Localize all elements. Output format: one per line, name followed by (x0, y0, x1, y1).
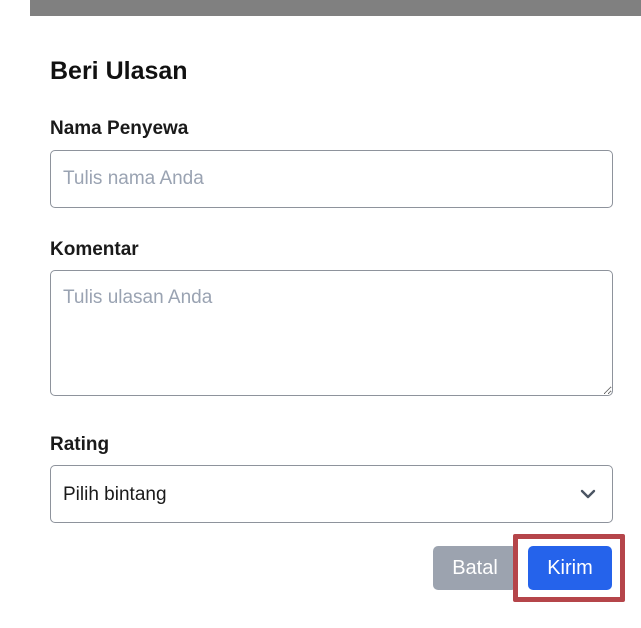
rating-select[interactable]: Pilih bintang (50, 465, 613, 523)
rating-field-label: Rating (50, 434, 110, 455)
review-modal: Beri Ulasan Nama Penyewa Komentar Rating… (15, 16, 641, 628)
submit-button[interactable]: Kirim (528, 546, 612, 590)
rating-selected-value: Pilih bintang (63, 484, 167, 505)
chevron-down-icon (580, 489, 596, 499)
cancel-button[interactable]: Batal (433, 546, 517, 590)
comment-textarea[interactable] (50, 270, 613, 396)
name-field-label: Nama Penyewa (50, 118, 189, 139)
comment-field-label: Komentar (50, 239, 139, 260)
name-input[interactable] (50, 150, 613, 208)
modal-title: Beri Ulasan (50, 57, 188, 85)
